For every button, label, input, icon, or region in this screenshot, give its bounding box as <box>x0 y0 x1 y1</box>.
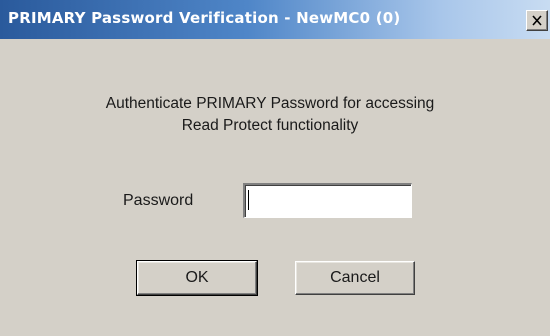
ok-button[interactable]: OK <box>136 260 258 296</box>
window-title: PRIMARY Password Verification - NewMC0 (… <box>8 9 401 27</box>
password-label: Password <box>123 192 194 209</box>
close-button[interactable] <box>526 10 548 31</box>
auth-message: Authenticate PRIMARY Password for access… <box>60 93 480 137</box>
auth-message-line2: Read Protect functionality <box>181 117 359 134</box>
cancel-button[interactable]: Cancel <box>295 261 415 295</box>
close-icon <box>532 15 542 26</box>
text-cursor <box>248 190 249 210</box>
title-bar[interactable]: PRIMARY Password Verification - NewMC0 (… <box>0 0 550 39</box>
password-input[interactable] <box>243 183 412 218</box>
password-verification-dialog: PRIMARY Password Verification - NewMC0 (… <box>0 0 550 336</box>
auth-message-line1: Authenticate PRIMARY Password for access… <box>105 95 435 112</box>
